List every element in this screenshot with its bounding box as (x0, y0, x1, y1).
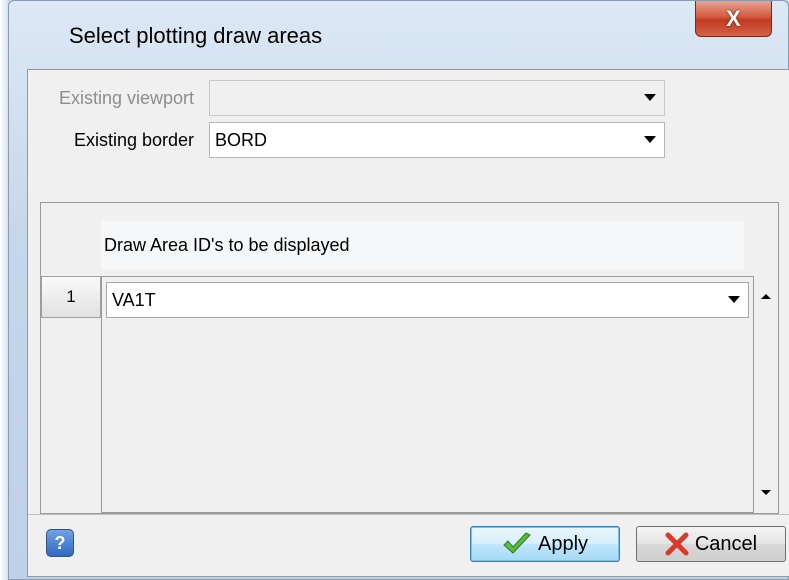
existing-viewport-label: Existing viewport (58, 88, 194, 108)
close-button[interactable]: X (695, 1, 772, 37)
apply-button[interactable]: Apply (470, 526, 620, 562)
row-number[interactable]: 1 (41, 276, 101, 318)
vertical-scrollbar[interactable] (754, 276, 778, 513)
cancel-button[interactable]: Cancel (636, 526, 786, 562)
draw-area-id-value: VA1T (112, 289, 156, 310)
cancel-x-icon (665, 532, 689, 556)
existing-border-label: Existing border (73, 130, 194, 150)
draw-area-grid: Draw Area ID's to be displayed 1 VA1T (40, 202, 779, 514)
footer-divider (28, 514, 789, 515)
chevron-down-icon (728, 296, 740, 303)
help-button[interactable]: ? (46, 529, 74, 557)
existing-viewport-combo[interactable] (209, 80, 665, 116)
dialog-window: Select plotting draw areas X Existing vi… (8, 0, 789, 580)
existing-border-value: BORD (215, 129, 268, 150)
chevron-down-icon (644, 136, 656, 143)
background-edge (0, 0, 8, 580)
scroll-up-icon[interactable] (761, 294, 771, 299)
existing-border-combo[interactable]: BORD (209, 122, 665, 158)
checkmark-icon (503, 532, 531, 554)
dialog-client-area: Existing viewport Existing border BORD D… (27, 69, 789, 577)
chevron-down-icon (644, 94, 656, 101)
scroll-down-icon[interactable] (761, 490, 771, 495)
close-icon: X (726, 5, 741, 31)
cancel-label: Cancel (694, 532, 758, 555)
help-icon: ? (54, 532, 66, 553)
dialog-title: Select plotting draw areas (69, 23, 323, 48)
draw-area-id-combo[interactable]: VA1T (106, 282, 749, 318)
apply-label: Apply (537, 532, 589, 555)
grid-column-header: Draw Area ID's to be displayed (101, 221, 744, 269)
grid-cell-area: VA1T (101, 276, 754, 513)
